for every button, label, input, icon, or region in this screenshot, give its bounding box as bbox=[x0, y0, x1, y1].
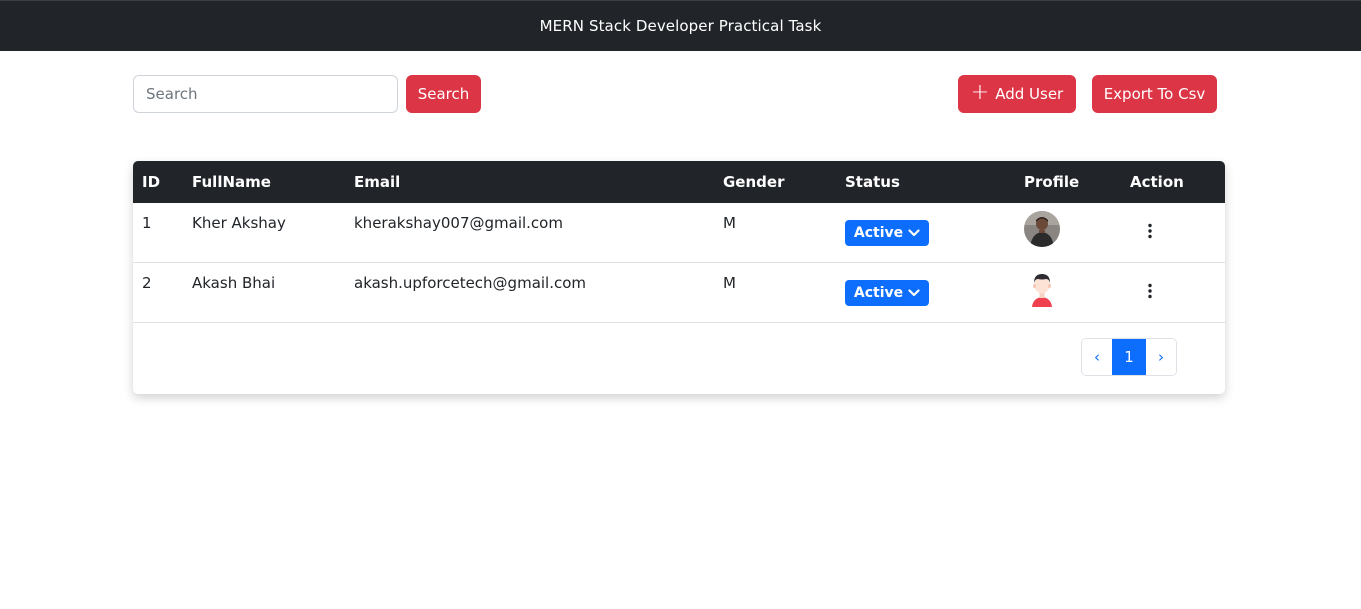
chevron-down-icon bbox=[908, 289, 920, 297]
cell-gender: M bbox=[723, 214, 736, 232]
export-csv-button[interactable]: Export To Csv bbox=[1092, 75, 1217, 113]
header-status: Status bbox=[845, 173, 900, 191]
header-profile: Profile bbox=[1024, 173, 1080, 191]
cartoon-avatar-icon bbox=[1024, 271, 1060, 307]
header-email: Email bbox=[354, 173, 401, 191]
add-user-label: Add User bbox=[995, 85, 1064, 103]
cell-email: kherakshay007@gmail.com bbox=[354, 214, 563, 232]
status-label: Active bbox=[853, 225, 904, 241]
cell-id: 1 bbox=[142, 214, 152, 232]
top-navbar: MERN Stack Developer Practical Task bbox=[0, 0, 1361, 51]
pagination-prev-button[interactable]: ‹ bbox=[1082, 339, 1112, 375]
row-actions-menu-icon[interactable] bbox=[1147, 223, 1153, 239]
search-input[interactable] bbox=[133, 75, 398, 113]
header-fullname: FullName bbox=[192, 173, 271, 191]
status-dropdown[interactable]: Active bbox=[845, 220, 929, 246]
header-id: ID bbox=[142, 173, 161, 191]
pagination: ‹ 1 › bbox=[1081, 338, 1177, 376]
plus-icon: + bbox=[970, 80, 990, 105]
users-table-card: ID FullName Email Gender Status Profile … bbox=[133, 161, 1225, 394]
chevron-down-icon bbox=[908, 229, 920, 237]
profile-photo-avatar bbox=[1024, 211, 1060, 247]
table-row: 1 Kher Akshay kherakshay007@gmail.com M … bbox=[133, 203, 1225, 263]
export-csv-label: Export To Csv bbox=[1103, 85, 1206, 103]
status-label: Active bbox=[853, 285, 904, 301]
pagination-page-1[interactable]: 1 bbox=[1112, 339, 1146, 375]
cell-fullname: Akash Bhai bbox=[192, 274, 276, 292]
search-button[interactable]: Search bbox=[406, 75, 481, 113]
pagination-next-button[interactable]: › bbox=[1146, 339, 1176, 375]
search-button-label: Search bbox=[417, 85, 470, 103]
header-action: Action bbox=[1130, 173, 1184, 191]
table-row: 2 Akash Bhai akash.upforcetech@gmail.com… bbox=[133, 263, 1225, 323]
cell-id: 2 bbox=[142, 274, 152, 292]
header-gender: Gender bbox=[723, 173, 785, 191]
add-user-button[interactable]: + Add User bbox=[958, 75, 1076, 113]
cell-email: akash.upforcetech@gmail.com bbox=[354, 274, 587, 292]
app-title: MERN Stack Developer Practical Task bbox=[539, 17, 822, 35]
table-header: ID FullName Email Gender Status Profile … bbox=[133, 161, 1225, 203]
status-dropdown[interactable]: Active bbox=[845, 280, 929, 306]
cell-gender: M bbox=[723, 274, 736, 292]
row-actions-menu-icon[interactable] bbox=[1147, 283, 1153, 299]
cell-fullname: Kher Akshay bbox=[192, 214, 286, 232]
